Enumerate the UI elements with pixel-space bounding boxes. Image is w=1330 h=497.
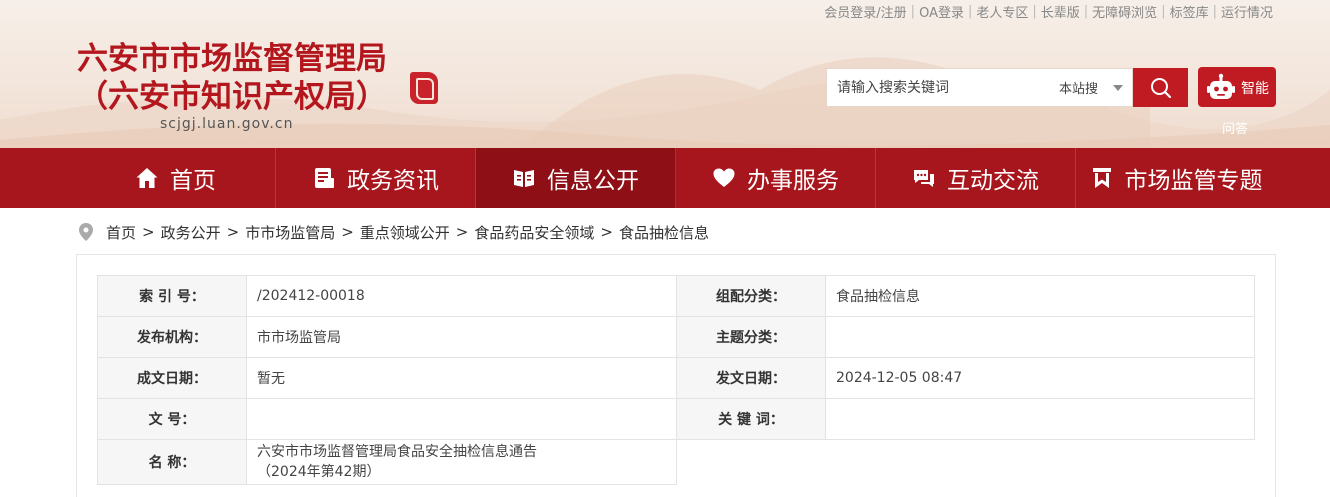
- link-tag-library[interactable]: 标签库: [1167, 2, 1212, 21]
- category-value: 食品抽检信息: [825, 275, 1255, 317]
- published-date-label: 发文日期：: [676, 357, 826, 399]
- robot-icon: [1207, 73, 1235, 99]
- search-box: 本站搜: [826, 68, 1133, 107]
- link-operation-status[interactable]: 运行情况: [1218, 2, 1276, 21]
- publisher-value: 市市场监管局: [246, 316, 677, 358]
- published-date-value: 2024-12-05 08:47: [825, 357, 1255, 399]
- link-senior-version[interactable]: 长辈版: [1038, 2, 1083, 21]
- nav-interaction[interactable]: 互动交流: [876, 148, 1076, 208]
- keywords-value: [825, 398, 1255, 440]
- search-button[interactable]: [1133, 68, 1188, 107]
- home-icon: [136, 168, 158, 188]
- seal-icon: [410, 72, 438, 104]
- search-scope-select[interactable]: 本站搜: [1059, 78, 1098, 97]
- created-date-value: 暂无: [246, 357, 677, 399]
- bookmark-icon: [1092, 168, 1111, 188]
- heart-icon: [713, 168, 735, 187]
- name-value: 六安市市场监督管理局食品安全抽检信息通告 （2024年第42期）: [246, 439, 677, 485]
- category-label: 组配分类：: [676, 275, 826, 317]
- search-icon: [1150, 77, 1171, 98]
- name-value-line1: 六安市市场监督管理局食品安全抽检信息通告: [257, 444, 537, 460]
- ai-assistant-button[interactable]: 智能: [1198, 67, 1276, 107]
- document-info-table: 索 引 号： /202412-00018 组配分类： 食品抽检信息 发布机构： …: [97, 275, 1255, 485]
- ai-assistant-label: 智能: [1241, 81, 1269, 97]
- link-elderly-zone[interactable]: 老人专区: [973, 2, 1031, 21]
- location-pin-icon: [79, 223, 93, 241]
- publisher-label: 发布机构：: [97, 316, 247, 358]
- doc-number-value: [246, 398, 677, 440]
- breadcrumb-item-food-drug[interactable]: 食品药品安全领域: [474, 222, 594, 243]
- nav-market-topics[interactable]: 市场监管专题: [1076, 148, 1276, 208]
- breadcrumb-item-bureau[interactable]: 市市场监管局: [245, 222, 335, 243]
- chevron-down-icon[interactable]: [1113, 85, 1123, 91]
- search-input[interactable]: [827, 69, 1042, 106]
- link-oa-login[interactable]: OA登录: [916, 2, 967, 21]
- site-name-line2[interactable]: （六安市知识产权局）: [77, 71, 387, 116]
- site-header: 会员登录/注册 | OA登录 | 老人专区 | 长辈版 | 无障碍浏览 | 标签…: [0, 0, 1330, 148]
- chat-icon: [914, 170, 934, 187]
- document-icon: [315, 168, 334, 188]
- ai-assistant-sublabel: 问答: [1222, 122, 1249, 137]
- site-domain: scjgj.luan.gov.cn: [160, 116, 294, 132]
- name-value-line2: （2024年第42期）: [257, 464, 381, 480]
- nav-gov-news[interactable]: 政务资讯: [276, 148, 476, 208]
- breadcrumb-item-food-inspection[interactable]: 食品抽检信息: [619, 222, 709, 243]
- breadcrumb: 首页 > 政务公开 > 市市场监管局 > 重点领域公开 > 食品药品安全领域 >…: [79, 221, 709, 243]
- index-value: /202412-00018: [246, 275, 677, 317]
- link-member-login[interactable]: 会员登录/注册: [821, 2, 909, 21]
- index-label: 索 引 号：: [97, 275, 247, 317]
- main-nav: 首页 政务资讯 信息公开 办事服务 互动交流 市场监管专题: [0, 148, 1330, 208]
- nav-services[interactable]: 办事服务: [676, 148, 876, 208]
- keywords-label: 关 键 词：: [676, 398, 826, 440]
- name-label: 名 称：: [97, 439, 247, 485]
- open-book-icon: [514, 170, 534, 187]
- breadcrumb-item-home[interactable]: 首页: [106, 222, 136, 243]
- doc-number-label: 文 号：: [97, 398, 247, 440]
- link-accessibility[interactable]: 无障碍浏览: [1089, 2, 1160, 21]
- nav-home[interactable]: 首页: [76, 148, 276, 208]
- topic-value: [825, 316, 1255, 358]
- breadcrumb-item-gov-open[interactable]: 政务公开: [161, 222, 221, 243]
- top-links: 会员登录/注册 | OA登录 | 老人专区 | 长辈版 | 无障碍浏览 | 标签…: [821, 2, 1276, 21]
- breadcrumb-item-key-areas[interactable]: 重点领域公开: [360, 222, 450, 243]
- created-date-label: 成文日期：: [97, 357, 247, 399]
- topic-label: 主题分类：: [676, 316, 826, 358]
- nav-info-disclosure[interactable]: 信息公开: [476, 148, 676, 208]
